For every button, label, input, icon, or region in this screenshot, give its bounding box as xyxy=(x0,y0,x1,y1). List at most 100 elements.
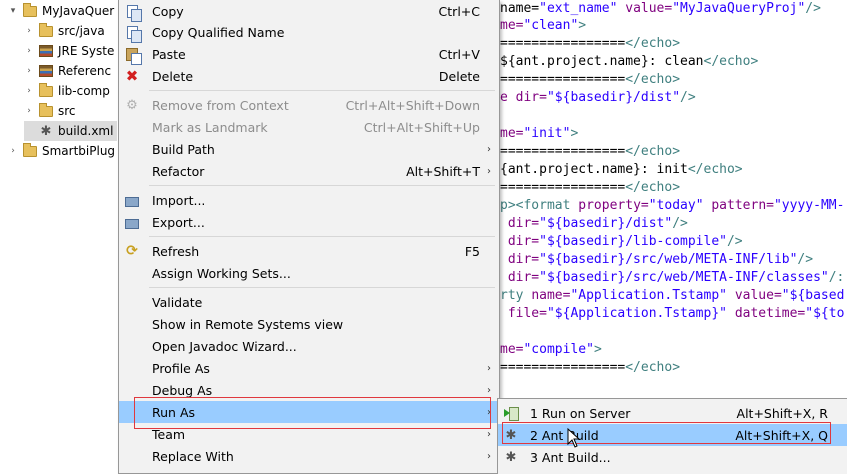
tree-item-label: JRE Syste xyxy=(58,44,115,58)
code-token: "${to xyxy=(805,306,845,321)
copy-icon xyxy=(124,3,142,22)
code-token: "compile" xyxy=(523,342,594,357)
expand-icon[interactable]: › xyxy=(24,86,34,96)
delete-icon: ✖ xyxy=(125,67,139,85)
tree-item-label: build.xml xyxy=(58,124,114,138)
code-token: ================ xyxy=(500,36,626,51)
submenu-item-run-on-server[interactable]: 1 Run on Server Alt+Shift+X, R xyxy=(498,402,847,424)
copy-icon xyxy=(124,24,142,43)
code-line: e dir="${basedir}/dist"/> xyxy=(500,89,696,107)
code-token: "${basedir}/src/web/META-INF/lib" xyxy=(539,252,798,267)
menu-item-label: Delete xyxy=(152,68,194,84)
code-token: {ant.project.name}: init xyxy=(500,162,688,177)
tree-item-src-java[interactable]: › src/java xyxy=(24,21,105,41)
code-token: me= xyxy=(500,18,524,33)
code-token: "MyJavaQueryProj" xyxy=(672,1,806,16)
menu-item-assign-working-sets[interactable]: Assign Working Sets... xyxy=(119,262,499,284)
code-line: me="compile"> xyxy=(500,341,602,359)
tree-item-label: src/java xyxy=(58,24,105,38)
code-token: value= xyxy=(734,288,782,303)
menu-item-open-javadoc-wizard[interactable]: Open Javadoc Wizard... xyxy=(119,335,499,357)
code-token: name= xyxy=(500,1,540,16)
menu-separator xyxy=(149,236,495,237)
code-token: </echo> xyxy=(625,180,681,195)
code-line: file="${Application.Tstamp}" datetime="$… xyxy=(500,305,845,323)
tree-item-src[interactable]: › src xyxy=(24,101,76,121)
tree-item-jre-system[interactable]: › JRE Syste xyxy=(24,41,114,61)
menu-item-profile-as[interactable]: Profile As › xyxy=(119,357,499,379)
code-token: "ext_name" xyxy=(539,1,618,16)
code-token: me= xyxy=(500,342,524,357)
submenu-item-ant-build[interactable]: ✱ 2 Ant Build Alt+Shift+X, Q xyxy=(498,424,847,446)
tree-item-referenced[interactable]: › Referenc xyxy=(24,61,111,81)
code-token: > xyxy=(570,126,579,141)
menu-item-import[interactable]: Import... xyxy=(119,189,499,211)
menu-item-paste[interactable]: Paste Ctrl+V xyxy=(119,43,499,65)
expand-icon[interactable]: › xyxy=(24,26,34,36)
code-token: pattern= xyxy=(711,198,774,213)
code-line: ================</echo> xyxy=(500,359,680,377)
menu-separator xyxy=(149,287,495,288)
code-token: </echo> xyxy=(625,360,681,375)
menu-item-build-path[interactable]: Build Path › xyxy=(119,138,499,160)
code-token: </echo> xyxy=(625,144,681,159)
menu-item-copy[interactable]: Copy Ctrl+C xyxy=(119,0,499,22)
tree-item-lib-compile[interactable]: › lib-comp xyxy=(24,81,110,101)
menu-item-refresh[interactable]: ⟳ Refresh F5 xyxy=(119,240,499,262)
submenu-item-label: 1 Run on Server xyxy=(530,406,631,421)
expand-icon[interactable]: › xyxy=(24,66,34,76)
code-token: > xyxy=(593,342,602,357)
menu-item-team[interactable]: Team › xyxy=(119,423,499,445)
code-token: ${ant.project.name}: clean xyxy=(500,54,704,69)
submenu-item-shortcut: Alt+Shift+X, Q xyxy=(735,428,828,443)
code-token: dir= xyxy=(500,234,540,249)
menu-item-delete[interactable]: ✖ Delete Delete xyxy=(119,65,499,87)
code-line: ${ant.project.name}: clean</echo> xyxy=(500,53,758,71)
menu-item-show-in-remote-systems-view[interactable]: Show in Remote Systems view xyxy=(119,313,499,335)
context-icon: ⚙ xyxy=(126,97,138,113)
expand-icon[interactable]: › xyxy=(24,106,34,116)
code-token: datetime= xyxy=(734,306,806,321)
tree-item-smartbiplug[interactable]: › SmartbiPlug xyxy=(8,141,115,161)
menu-item-label: Export... xyxy=(152,214,205,230)
code-token: "yyyy-MM- xyxy=(773,198,845,213)
code-token: "today" xyxy=(648,198,704,213)
tree-item-myjavaquer[interactable]: ▾ MyJavaQuer xyxy=(8,1,114,21)
menu-item-validate[interactable]: Validate xyxy=(119,291,499,313)
submenu-item-label: 3 Ant Build... xyxy=(530,450,611,465)
menu-item-label: Open Javadoc Wizard... xyxy=(152,338,297,354)
chevron-right-icon: › xyxy=(487,362,491,374)
submenu-item-ant-build-dialog[interactable]: ✱ 3 Ant Build... xyxy=(498,446,847,468)
import-icon xyxy=(124,192,140,208)
code-token: "${basedir}/dist" xyxy=(546,90,681,105)
code-token: ================ xyxy=(500,180,626,195)
menu-item-debug-as[interactable]: Debug As › xyxy=(119,379,499,401)
code-line: ================</echo> xyxy=(500,179,680,197)
run-as-submenu: 1 Run on Server Alt+Shift+X, R ✱ 2 Ant Buil… xyxy=(497,398,847,474)
export-icon xyxy=(124,214,140,230)
expand-icon[interactable]: ▾ xyxy=(8,6,18,16)
menu-item-refactor[interactable]: Refactor Alt+Shift+T › xyxy=(119,160,499,182)
library-icon xyxy=(38,63,54,79)
code-token: /> xyxy=(672,216,688,231)
menu-item-export[interactable]: Export... xyxy=(119,211,499,233)
code-line: me="clean"> xyxy=(500,17,586,35)
menu-item-copy-qualified-name[interactable]: Copy Qualified Name xyxy=(119,21,499,43)
code-line: ================</echo> xyxy=(500,143,680,161)
code-token: file= xyxy=(500,306,547,321)
folder-icon xyxy=(38,22,54,39)
expand-icon[interactable]: › xyxy=(8,146,18,156)
code-token: /> xyxy=(680,90,696,105)
code-token: </echo> xyxy=(625,72,681,87)
menu-item-replace-with[interactable]: Replace With › xyxy=(119,445,499,467)
code-token: "Application.Tstamp" xyxy=(570,288,727,303)
code-token: dir= xyxy=(500,216,540,231)
menu-item-label: Refactor xyxy=(152,163,205,179)
menu-item-label: Mark as Landmark xyxy=(152,119,268,135)
menu-item-run-as[interactable]: Run As › xyxy=(119,401,499,423)
library-icon xyxy=(38,43,54,59)
tree-item-build-xml[interactable]: ✱ build.xml xyxy=(24,121,118,141)
project-icon xyxy=(22,142,38,159)
expand-icon[interactable]: › xyxy=(24,46,34,56)
menu-item-label: Copy Qualified Name xyxy=(152,24,285,40)
